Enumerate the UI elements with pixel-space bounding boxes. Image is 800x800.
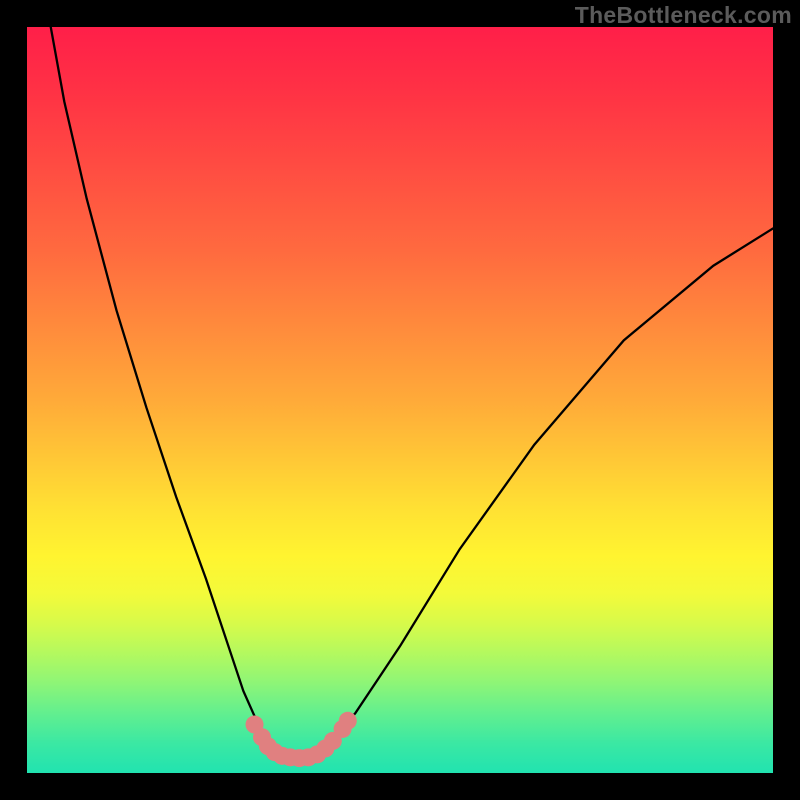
data-dots [246, 712, 357, 767]
cluster-dot [281, 748, 299, 766]
curve-layer [27, 27, 773, 773]
bottleneck-curve [49, 27, 773, 758]
cluster-dot [290, 749, 308, 767]
cluster-dot [316, 739, 334, 757]
cluster-dot [308, 745, 326, 763]
cluster-dot [259, 737, 277, 755]
cluster-dot [246, 716, 264, 734]
cluster-dot [299, 748, 317, 766]
cluster-dot [273, 747, 291, 765]
cluster-dot [324, 732, 342, 750]
watermark-text: TheBottleneck.com [575, 2, 792, 29]
chart-frame: TheBottleneck.com [0, 0, 800, 800]
cluster-dot [334, 720, 352, 738]
cluster-dot [253, 728, 271, 746]
plot-area [27, 27, 773, 773]
cluster-dot [266, 743, 284, 761]
cluster-dot [339, 712, 357, 730]
